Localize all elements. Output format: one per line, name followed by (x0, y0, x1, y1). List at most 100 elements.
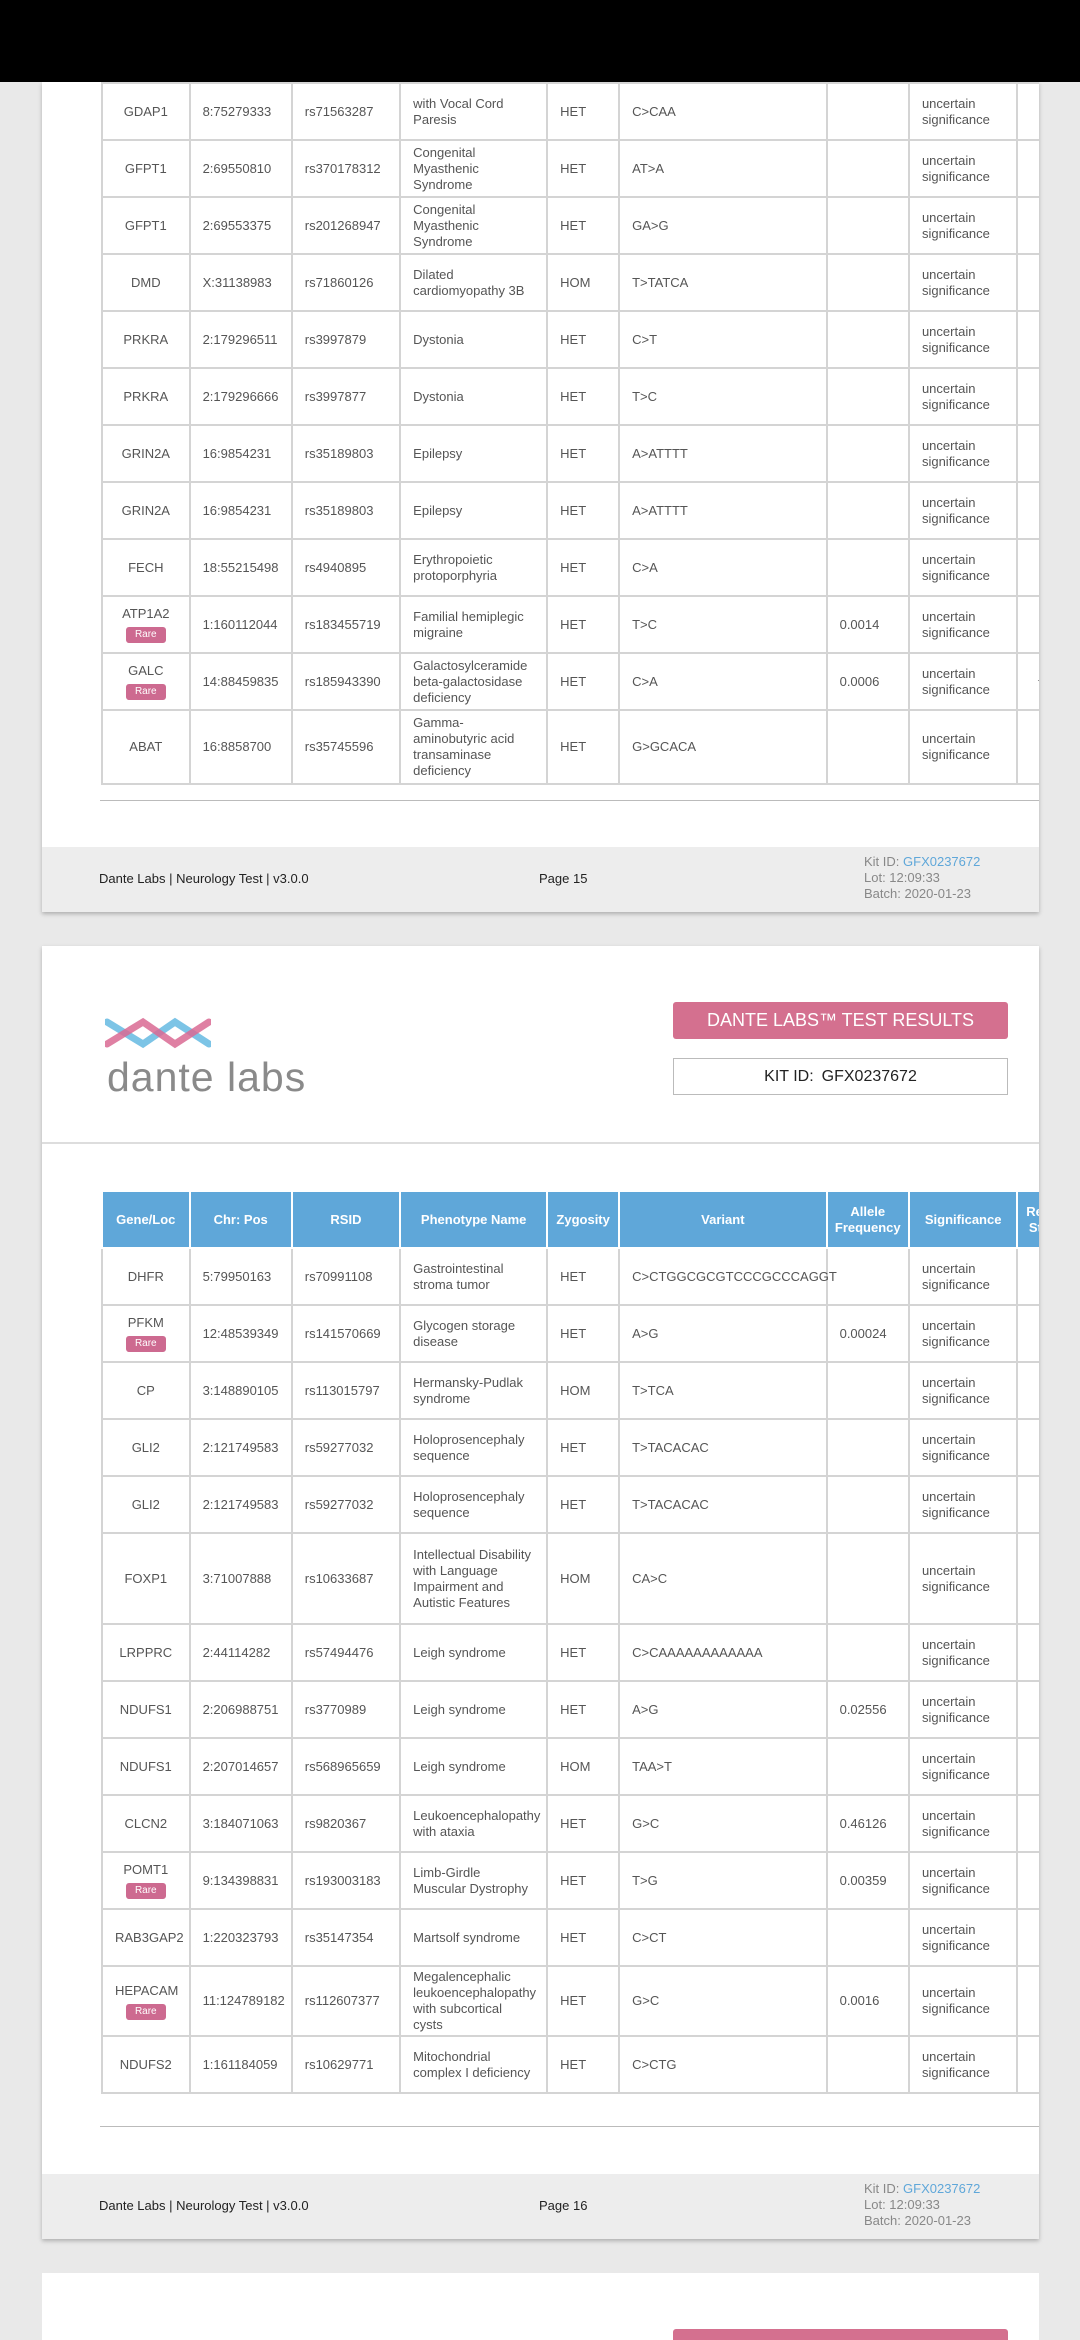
cell-variant: A>ATTTT (618, 481, 828, 540)
gene-name: CP (136, 1382, 155, 1398)
cell-significance: uncertain significance (907, 2035, 1019, 2094)
cell-significance: uncertain significance (907, 424, 1019, 483)
cell-rsid: rs201268947 (290, 196, 402, 255)
cell-significance: uncertain significance (907, 1361, 1019, 1420)
cell-allele-frequency (825, 1418, 910, 1477)
cell-gene: NDUFS2 (101, 2035, 191, 2094)
cell-zygosity: HOM (546, 1737, 621, 1796)
cell-gene: ATP1A2 Rare (101, 595, 191, 654)
variants-table-p15: GDAP1 8:75279333 rs71563287 with Vocal Cord… (101, 82, 1039, 785)
footer-page-number: Page 16 (539, 2198, 588, 2213)
cell-rsid: rs4940895 (290, 538, 402, 597)
report-page-17: DANTE LABS™ TEST RESULTS (42, 2273, 1039, 2340)
cell-phenotype: Dystonia (399, 367, 549, 426)
cell-variant: A>ATTTT (618, 424, 828, 483)
cell-rsid: rs183455719 (290, 595, 402, 654)
cell-gene: DMD (101, 253, 191, 312)
rare-badge: Rare (125, 1883, 166, 1899)
cell-review-status: ★ (1016, 1361, 1039, 1420)
cell-allele-frequency (825, 253, 910, 312)
cell-review-status: ★ (1016, 1623, 1039, 1682)
cell-chr-pos: 3:71007888 (188, 1532, 293, 1625)
footer-kit-id-link[interactable]: GFX0237672 (903, 2181, 980, 2196)
cell-variant: C>CTGGCGCGTCCCGCCCAGGT (618, 1247, 837, 1306)
report-page-16: dante labs DANTE LABS™ TEST RESULTS KIT … (42, 946, 1039, 2239)
cell-zygosity: HOM (546, 253, 621, 312)
cell-chr-pos: 9:134398831 (188, 1851, 293, 1910)
cell-variant: CA>C (618, 1532, 828, 1625)
table-row: GFPT1 2:69553375 rs201268947 Congenital Mya… (101, 196, 1039, 255)
footer-lot: Lot: 12:09:33 (864, 2197, 940, 2212)
table-row: POMT1 Rare 9:134398831 rs193003183 Limb-Gird… (101, 1851, 1039, 1910)
cell-allele-frequency (825, 481, 910, 540)
cell-rsid: rs10633687 (290, 1532, 402, 1625)
cell-variant: T>G (618, 1851, 828, 1910)
cell-gene: DHFR (101, 1247, 191, 1306)
cell-rsid: rs3997877 (290, 367, 402, 426)
cell-gene: GLI2 (101, 1418, 191, 1477)
cell-review-status: ★ (1016, 1737, 1039, 1796)
cell-variant: A>G (618, 1304, 828, 1363)
cell-variant: C>CAA (618, 82, 828, 141)
cell-chr-pos: 16:9854231 (188, 424, 293, 483)
cell-significance: uncertain significance (907, 1965, 1019, 2037)
dante-labs-logo-icon (105, 1017, 211, 1049)
cell-gene: GRIN2A (101, 481, 191, 540)
footer-kit-label: Kit ID: (864, 2181, 904, 2196)
table-row: RAB3GAP2 1:220323793 rs35147354 Martsolf sy… (101, 1908, 1039, 1967)
cell-phenotype: Intellectual Disability with Language Im… (399, 1532, 549, 1625)
brand-name: dante labs (107, 1054, 307, 1100)
cell-gene: RAB3GAP2 (101, 1908, 191, 1967)
cell-zygosity: HET (546, 424, 621, 483)
footer-batch: Batch: 2020-01-23 (864, 2213, 971, 2228)
table-row: PRKRA 2:179296666 rs3997877 Dystonia HET T>C u… (101, 367, 1039, 426)
gene-name: NDUFS2 (119, 2056, 172, 2072)
cell-gene: GALC Rare (101, 652, 191, 711)
cell-chr-pos: 16:9854231 (188, 481, 293, 540)
cell-significance: uncertain significance (907, 253, 1019, 312)
column-header: Significance (907, 1190, 1019, 1249)
cell-significance: uncertain significance (907, 1247, 1019, 1306)
cell-review-status: ★ (1016, 253, 1039, 312)
footer-report-name: Dante Labs | Neurology Test | v3.0.0 (99, 2198, 309, 2213)
cell-chr-pos: 3:148890105 (188, 1361, 293, 1420)
gene-name: GRIN2A (121, 445, 170, 461)
gene-name: GFPT1 (124, 160, 167, 176)
cell-phenotype: Dystonia (399, 310, 549, 369)
cell-review-status: ★ (1016, 196, 1039, 255)
table-row: GFPT1 2:69550810 rs370178312 Congenital Mya… (101, 139, 1039, 198)
gene-name: NDUFS1 (119, 1758, 172, 1774)
cell-zygosity: HET (546, 709, 621, 785)
cell-variant: C>CT (618, 1908, 828, 1967)
cell-allele-frequency (825, 1532, 910, 1625)
cell-zygosity: HET (546, 1247, 621, 1306)
cell-variant: C>A (618, 652, 828, 711)
cell-chr-pos: 2:44114282 (188, 1623, 293, 1682)
cell-rsid: rs185943390 (290, 652, 402, 711)
gene-name: HEPACAM (115, 1982, 179, 1998)
cell-allele-frequency: 0.0006 (825, 652, 910, 711)
table-row: GRIN2A 16:9854231 rs35189803 Epilepsy HET A>A… (101, 481, 1039, 540)
cell-variant: G>C (618, 1794, 828, 1853)
cell-gene: GRIN2A (101, 424, 191, 483)
cell-review-status: ★ (1016, 481, 1039, 540)
cell-rsid: rs10629771 (290, 2035, 402, 2094)
cell-significance: uncertain significance (907, 1794, 1019, 1853)
table-row: ATP1A2 Rare 1:160112044 rs183455719 Familial… (101, 595, 1039, 654)
cell-rsid: rs59277032 (290, 1475, 402, 1534)
cell-zygosity: HET (546, 1475, 621, 1534)
header-divider (42, 1142, 1039, 1144)
cell-significance: uncertain significance (907, 367, 1019, 426)
rare-badge: Rare (125, 1336, 166, 1352)
cell-zygosity: HET (546, 1908, 621, 1967)
cell-variant: C>CAAAAAAAAAAAA (618, 1623, 828, 1682)
cell-gene: GLI2 (101, 1475, 191, 1534)
cell-rsid: rs71563287 (290, 82, 402, 141)
cell-chr-pos: 2:207014657 (188, 1737, 293, 1796)
cell-significance: uncertain significance (907, 1418, 1019, 1477)
column-header: Phenotype Name (399, 1190, 549, 1249)
cell-gene: FOXP1 (101, 1532, 191, 1625)
footer-kit-id-link[interactable]: GFX0237672 (903, 854, 980, 869)
cell-phenotype: Dilated cardiomyopathy 3B (399, 253, 549, 312)
cell-rsid: rs35189803 (290, 424, 402, 483)
